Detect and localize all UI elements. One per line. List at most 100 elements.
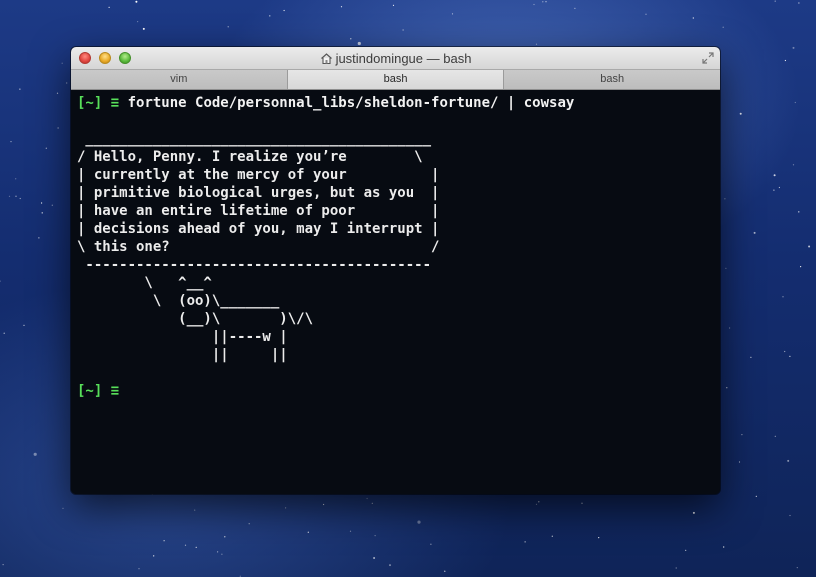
star	[323, 503, 325, 506]
star	[792, 46, 795, 49]
star	[741, 434, 743, 436]
star	[153, 555, 155, 557]
star	[800, 266, 802, 268]
output-line: ________________________________________…	[77, 131, 432, 147]
star	[645, 13, 647, 15]
star	[451, 13, 454, 15]
star	[41, 212, 43, 214]
star	[692, 17, 694, 19]
star	[792, 164, 795, 166]
star	[108, 6, 110, 8]
title-bar[interactable]: justindomingue — bash	[71, 47, 720, 70]
star	[789, 514, 791, 517]
star	[349, 530, 352, 532]
star	[66, 82, 68, 84]
star	[283, 9, 285, 12]
output-line: || ||	[77, 347, 288, 363]
star	[2, 564, 4, 566]
star	[402, 29, 404, 31]
tab-bash-active[interactable]: bash	[287, 70, 505, 89]
star	[19, 197, 21, 200]
tab-vim[interactable]: vim	[71, 70, 288, 89]
prompt: [~] ≡	[77, 383, 120, 399]
star	[750, 356, 752, 358]
output-line: \ this one? /	[77, 239, 440, 255]
star	[773, 189, 775, 191]
star	[535, 43, 538, 45]
star	[392, 4, 395, 6]
star	[135, 0, 138, 3]
window-title-text: justindomingue — bash	[335, 51, 472, 66]
star	[545, 1, 547, 3]
output-line: ||----w |	[77, 329, 288, 345]
star	[574, 7, 576, 9]
star	[685, 549, 687, 552]
star	[194, 509, 196, 511]
star	[778, 186, 781, 189]
star	[62, 507, 64, 509]
star	[38, 237, 40, 239]
star	[725, 267, 727, 269]
star	[56, 92, 59, 94]
star	[798, 211, 800, 213]
star	[357, 41, 361, 46]
output-line: (__)\ )\/\	[77, 311, 314, 327]
star	[269, 15, 271, 17]
fullscreen-icon[interactable]	[702, 52, 714, 64]
star	[61, 62, 63, 64]
home-icon	[320, 53, 332, 65]
tab-bash[interactable]: bash	[504, 70, 720, 89]
star	[10, 141, 12, 143]
tab-bar: vim bash bash	[71, 70, 720, 90]
star	[581, 502, 583, 504]
output-line: ----------------------------------------…	[77, 257, 432, 273]
star	[184, 544, 187, 546]
star	[373, 557, 376, 559]
star	[307, 531, 309, 533]
star	[248, 523, 250, 525]
star	[138, 568, 140, 570]
star	[796, 567, 798, 569]
star	[45, 147, 47, 149]
star	[675, 567, 677, 569]
star	[784, 350, 786, 353]
star	[753, 231, 756, 234]
star	[366, 497, 368, 500]
output-line: \ (oo)\_______	[77, 293, 280, 309]
star	[726, 387, 728, 389]
star	[417, 520, 421, 524]
output-line: | decisions ahead of you, may I interrup…	[77, 221, 440, 237]
star	[794, 101, 796, 104]
star	[755, 495, 757, 497]
star	[808, 245, 811, 248]
star	[15, 178, 17, 180]
star	[41, 202, 43, 204]
final-prompt-line: [~] ≡	[77, 382, 714, 400]
terminal-content[interactable]: [~] ≡ fortune Code/personnal_libs/sheldo…	[71, 90, 720, 494]
star	[217, 551, 219, 553]
star	[722, 26, 724, 28]
star	[533, 3, 535, 6]
star	[789, 355, 791, 357]
star	[285, 507, 287, 509]
prompt: [~] ≡	[77, 95, 120, 111]
output-line: | currently at the mercy of your |	[77, 167, 440, 183]
output-line: | have an entire lifetime of poor |	[77, 203, 440, 219]
star	[538, 501, 540, 503]
star	[784, 59, 787, 62]
star	[524, 541, 526, 543]
star	[692, 511, 695, 514]
star	[3, 332, 5, 334]
output-line: / Hello, Penny. I realize you’re \	[77, 149, 423, 165]
star	[57, 127, 59, 129]
star	[137, 21, 139, 23]
star	[798, 2, 800, 4]
star	[227, 26, 229, 28]
star	[535, 503, 538, 505]
star	[723, 546, 725, 548]
star	[598, 537, 600, 539]
star	[551, 535, 553, 537]
star	[739, 112, 742, 115]
star	[142, 27, 145, 30]
